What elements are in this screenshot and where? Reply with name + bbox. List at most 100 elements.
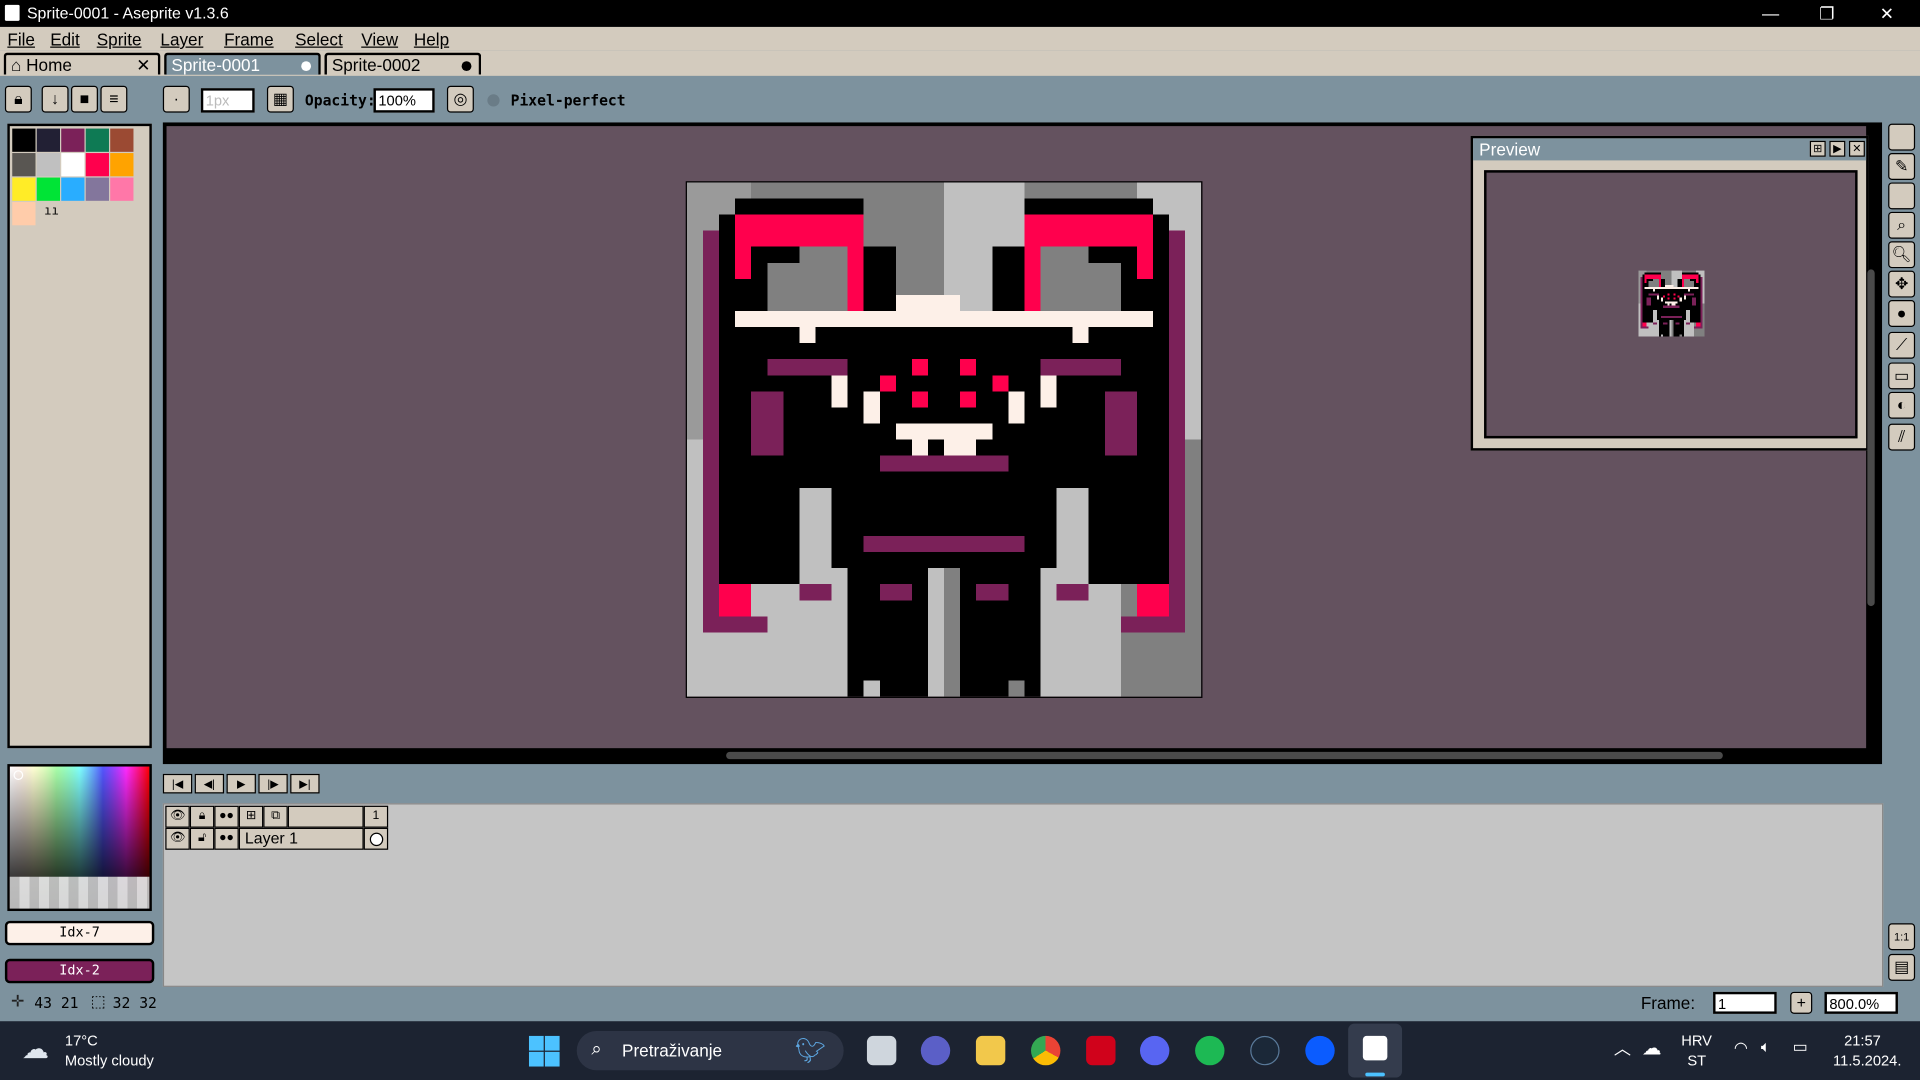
palette-swatch[interactable] bbox=[85, 153, 109, 177]
last-frame-icon[interactable]: ▶| bbox=[290, 773, 320, 794]
timeline-toggle-icon[interactable]: ▤ bbox=[1888, 953, 1916, 981]
menu-sprite[interactable]: Sprite bbox=[97, 29, 142, 49]
line-tool-icon[interactable]: ⟋ bbox=[1888, 331, 1916, 359]
palette-menu-icon[interactable]: ≡ bbox=[100, 85, 128, 113]
restore-icon[interactable]: ❐ bbox=[1799, 0, 1855, 27]
canvas-area[interactable]: Preview ⊞ ▶ ✕ bbox=[162, 122, 1883, 765]
weather-temp[interactable]: 17°C bbox=[65, 1032, 98, 1049]
palette-swatch[interactable] bbox=[110, 153, 134, 177]
palette-swatch[interactable] bbox=[61, 177, 85, 201]
eyedropper-tool-icon[interactable]: ⌕ bbox=[1888, 211, 1916, 239]
modified-dot-icon[interactable] bbox=[301, 61, 312, 72]
language-indicator-secondary[interactable]: ST bbox=[1687, 1052, 1706, 1069]
layer-name[interactable]: Layer 1 bbox=[238, 827, 364, 850]
tab-home[interactable]: ⌂ Home ✕ bbox=[3, 52, 161, 76]
amd-software-icon[interactable] bbox=[1086, 1035, 1116, 1066]
palette-swatch[interactable] bbox=[85, 177, 109, 201]
palette-swatch[interactable] bbox=[36, 153, 61, 177]
paint-bucket-tool-icon[interactable]: ● bbox=[1888, 300, 1916, 327]
color-spectrum[interactable] bbox=[7, 764, 152, 912]
file-explorer-icon[interactable] bbox=[975, 1035, 1006, 1066]
palette-swatch[interactable] bbox=[61, 153, 85, 177]
weather-cloud-icon[interactable]: ☁ bbox=[22, 1033, 49, 1065]
background-color-button[interactable]: Idx-2 bbox=[4, 958, 155, 984]
layer-visibility-icon[interactable]: 👁︎ bbox=[165, 827, 190, 850]
menu-edit[interactable]: Edit bbox=[50, 29, 80, 49]
spectrum-cursor[interactable] bbox=[13, 770, 24, 781]
start-windows-icon[interactable] bbox=[528, 1035, 560, 1067]
layer-continuous-icon[interactable]: ●● bbox=[214, 827, 239, 850]
move-tool-icon[interactable]: ✥ bbox=[1888, 270, 1916, 298]
blur-tool-icon[interactable]: ⫽ bbox=[1888, 423, 1916, 451]
modified-dot-icon[interactable] bbox=[461, 61, 472, 72]
rectangle-tool-icon[interactable]: ▭ bbox=[1888, 362, 1916, 390]
zoom-field[interactable]: 800.0% bbox=[1824, 991, 1898, 1014]
language-indicator[interactable]: HRV bbox=[1681, 1032, 1712, 1049]
preview-play-icon[interactable]: ▶ bbox=[1829, 140, 1846, 157]
first-frame-icon[interactable]: |◀ bbox=[162, 773, 193, 794]
teams-icon[interactable] bbox=[920, 1035, 951, 1066]
show-hidden-icons-chevron-icon[interactable]: ︿ bbox=[1614, 1036, 1631, 1060]
previous-frame-icon[interactable]: ◀| bbox=[194, 773, 225, 794]
palette-swatch[interactable] bbox=[36, 128, 61, 152]
zoom-tool-icon[interactable]: 🔍︎ bbox=[1888, 241, 1916, 269]
wifi-icon[interactable]: ◠ bbox=[1734, 1038, 1748, 1058]
next-frame-icon[interactable]: |▶ bbox=[258, 773, 288, 794]
zoom-1to1-icon[interactable]: 1:1 bbox=[1888, 923, 1916, 951]
cel-1[interactable] bbox=[363, 827, 389, 850]
menu-layer[interactable]: Layer bbox=[160, 29, 203, 49]
chrome-icon[interactable] bbox=[1031, 1035, 1061, 1066]
pixel-perfect-checkbox[interactable] bbox=[487, 94, 500, 107]
opacity-field[interactable]: 100% bbox=[373, 88, 435, 113]
palette-save-icon[interactable]: ■ bbox=[71, 85, 98, 113]
zoom-icon[interactable] bbox=[1305, 1035, 1335, 1066]
aseprite-taskbar-button[interactable] bbox=[1348, 1023, 1403, 1078]
palette-swatch[interactable] bbox=[12, 128, 36, 152]
palette-swatch[interactable] bbox=[12, 202, 36, 226]
contour-tool-icon[interactable]: ◐ bbox=[1888, 391, 1916, 419]
alpha-slider[interactable] bbox=[9, 876, 150, 909]
brush-type-icon[interactable]: · bbox=[162, 85, 190, 113]
minimize-icon[interactable]: — bbox=[1742, 0, 1798, 27]
palette-options-icon[interactable]: ↓ bbox=[41, 85, 69, 113]
link-cels-icon[interactable]: ⊞ bbox=[238, 805, 264, 828]
tab-sprite-0002[interactable]: Sprite-0002 bbox=[324, 52, 482, 75]
brush-size-field[interactable]: 1px bbox=[200, 88, 255, 113]
palette-swatch[interactable] bbox=[12, 153, 36, 177]
blend-mode-icon[interactable]: ◎ bbox=[446, 85, 474, 113]
menu-file[interactable]: File bbox=[7, 29, 35, 49]
battery-icon[interactable]: ▭ bbox=[1793, 1037, 1808, 1057]
menu-frame[interactable]: Frame bbox=[224, 29, 274, 49]
discord-icon[interactable] bbox=[1140, 1035, 1170, 1066]
canvas-background[interactable]: Preview ⊞ ▶ ✕ bbox=[166, 126, 1869, 749]
spotify-icon[interactable] bbox=[1195, 1035, 1225, 1066]
palette-swatch[interactable] bbox=[110, 128, 134, 152]
palette-swatch[interactable] bbox=[110, 177, 134, 201]
eraser-tool-icon[interactable] bbox=[1888, 182, 1916, 210]
menu-help[interactable]: Help bbox=[414, 29, 449, 49]
palette-swatch[interactable] bbox=[36, 177, 61, 201]
tab-close-icon[interactable]: ✕ bbox=[136, 55, 150, 76]
new-layer-icon[interactable]: ⧉ bbox=[263, 805, 288, 828]
marquee-tool-icon[interactable] bbox=[1888, 123, 1916, 151]
preview-center-icon[interactable]: ⊞ bbox=[1809, 140, 1826, 157]
lock-header-icon[interactable]: 🔒︎ bbox=[189, 805, 215, 828]
horizontal-scrollbar[interactable] bbox=[726, 751, 1723, 760]
frame-field[interactable]: 1 bbox=[1713, 991, 1777, 1014]
pencil-tool-icon[interactable]: ✎ bbox=[1888, 153, 1916, 181]
palette-swatch[interactable] bbox=[85, 128, 109, 152]
steam-icon[interactable] bbox=[1250, 1035, 1280, 1066]
frame-header[interactable]: 1 bbox=[363, 805, 389, 828]
lock-palette-icon[interactable]: 🔒︎ bbox=[4, 85, 32, 113]
clock-date[interactable]: 11.5.2024. bbox=[1833, 1052, 1901, 1069]
menu-select[interactable]: Select bbox=[295, 29, 343, 49]
sprite-canvas[interactable] bbox=[685, 181, 1203, 698]
clock-time[interactable]: 21:57 bbox=[1844, 1032, 1881, 1049]
tab-sprite-0001[interactable]: Sprite-0001 bbox=[164, 52, 321, 75]
new-frame-icon[interactable]: + bbox=[1790, 991, 1813, 1014]
search-box[interactable]: ⌕ Pretraživanje 🐦︎ bbox=[576, 1031, 844, 1071]
onion-skin-icon[interactable]: ●● bbox=[214, 805, 239, 828]
vertical-scrollbar[interactable] bbox=[1867, 269, 1875, 607]
volume-icon[interactable]: 🔈︎ bbox=[1761, 1037, 1771, 1057]
layer-lock-icon[interactable]: 🔓︎ bbox=[189, 827, 215, 850]
